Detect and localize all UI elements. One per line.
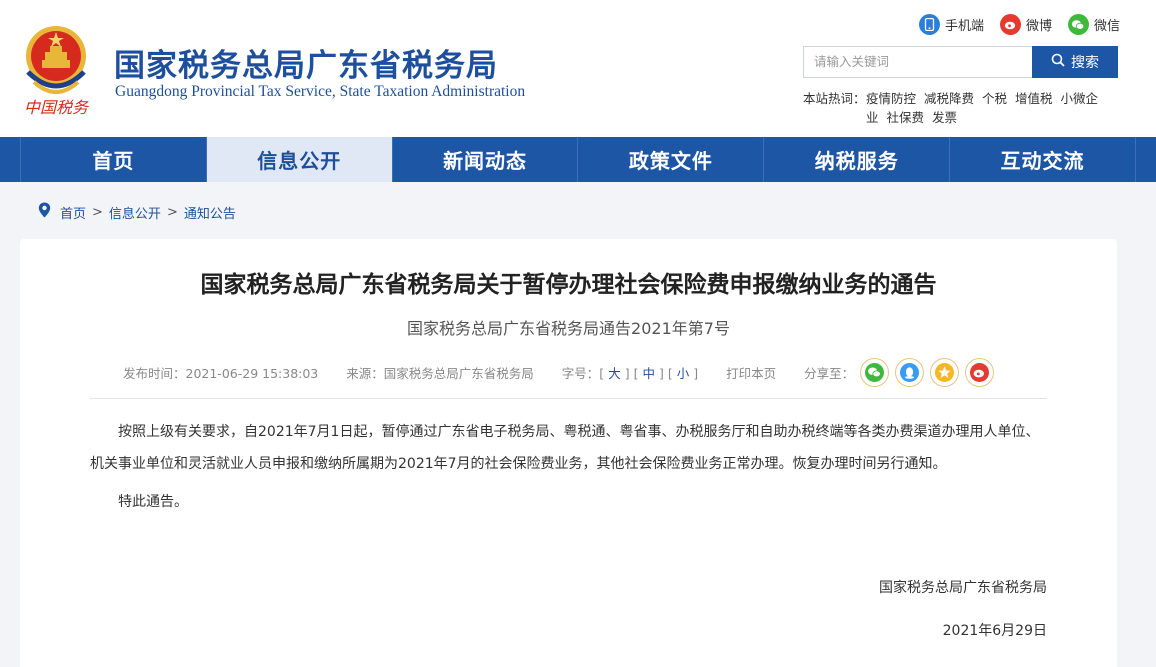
weibo-link-label: 微博 [1025,19,1052,34]
nav-item-interaction[interactable]: 互动交流 [950,137,1136,182]
signature-date: 2021年6月29日 [942,623,1047,639]
hot-word[interactable]: 个税 [982,91,1007,106]
article-title: 国家税务总局广东省税务局关于暂停办理社会保险费申报缴纳业务的通告 [200,272,937,298]
qq-share-icon[interactable] [895,358,925,387]
wechat-icon [1067,14,1089,35]
breadcrumb-notices[interactable]: 通知公告 [184,203,236,222]
wechat-link[interactable]: 微信 [1067,14,1120,35]
print-page-link[interactable]: 打印本页 [726,363,776,382]
font-size-medium[interactable]: 中 [638,366,659,381]
font-size-large[interactable]: 大 [604,366,625,381]
search-button-label: 搜索 [1071,55,1099,71]
font-size-label: 字号： [561,366,600,381]
wechat-share-icon[interactable] [860,358,890,387]
hot-words-list: 疫情防控 减税降费 个税 增值税 小微企业 社保费 发票 [866,89,1113,127]
weibo-link[interactable]: 微博 [999,14,1052,35]
breadcrumb-info-disclosure[interactable]: 信息公开 [109,203,161,222]
nav-item-tax-service[interactable]: 纳税服务 [764,137,951,182]
hot-word[interactable]: 疫情防控 [866,91,916,106]
article-meta: 发布时间：2021-06-29 15:38:03 来源：国家税务总局广东省税务局… [123,358,995,387]
hot-word[interactable]: 发票 [932,110,957,125]
share-label: 分享至： [804,366,855,381]
top-links: 手机端 微博 微信 [918,14,1120,35]
mobile-link[interactable]: 手机端 [918,14,984,35]
mobile-link-label: 手机端 [944,19,984,34]
article-paragraph: 按照上级有关要求，自2021年7月1日起，暂停通过广东省电子税务局、粤税通、粤省… [90,424,1040,472]
qzone-share-icon[interactable] [930,358,960,387]
hot-words: 本站热词： 疫情防控 减税降费 个税 增值税 小微企业 社保费 发票 [803,89,1113,127]
site-subtitle-en: Guangdong Provincial Tax Service, State … [115,83,526,100]
search-button[interactable]: 搜索 [1032,46,1118,78]
nav-item-news[interactable]: 新闻动态 [393,137,579,182]
breadcrumb: 首页 > 信息公开 > 通知公告 [38,202,236,222]
breadcrumb-separator: > [166,204,178,220]
nav-item-info-disclosure[interactable]: 信息公开 [206,137,393,182]
share-buttons [860,358,995,387]
article-panel: 国家税务总局广东省税务局关于暂停办理社会保险费申报缴纳业务的通告 国家税务总局广… [20,239,1117,667]
font-size-small[interactable]: 小 [673,366,694,381]
phone-icon [918,14,940,35]
font-size-control: 字号：[大] [中] [小] [561,366,699,381]
search-icon [1051,53,1065,71]
hot-word[interactable]: 增值税 [1015,91,1053,106]
hot-word[interactable]: 社保费 [887,110,925,125]
location-pin-icon [38,202,51,222]
site-title[interactable]: 国家税务总局广东省税务局 [114,40,498,85]
search-input[interactable] [803,46,1033,78]
article-source: 来源：国家税务总局广东省税务局 [346,366,534,381]
nav-item-home[interactable]: 首页 [20,137,207,182]
meta-divider [90,398,1047,399]
site-header: 中国税务 国家税务总局广东省税务局 Guangdong Provincial T… [0,0,1156,137]
article-paragraph: 特此通告。 [118,494,188,510]
document-number: 国家税务总局广东省税务局通告2021年第7号 [407,319,730,338]
emblem-caption: 中国税务 [24,98,89,117]
breadcrumb-separator: > [92,204,103,220]
hot-word[interactable]: 减税降费 [924,91,974,106]
nav-item-policy[interactable]: 政策文件 [578,137,765,182]
weibo-icon [999,14,1021,35]
signature-organization: 国家税务总局广东省税务局 [879,580,1047,596]
hot-words-label: 本站热词： [803,91,866,106]
main-nav: 首页 信息公开 新闻动态 政策文件 纳税服务 互动交流 [0,137,1156,182]
weibo-share-icon[interactable] [965,358,995,387]
wechat-link-label: 微信 [1093,19,1120,34]
breadcrumb-home[interactable]: 首页 [60,203,86,222]
publish-time: 发布时间：2021-06-29 15:38:03 [123,366,319,381]
article-body: 按照上级有关要求，自2021年7月1日起，暂停通过广东省电子税务局、粤税通、粤省… [90,416,1047,524]
